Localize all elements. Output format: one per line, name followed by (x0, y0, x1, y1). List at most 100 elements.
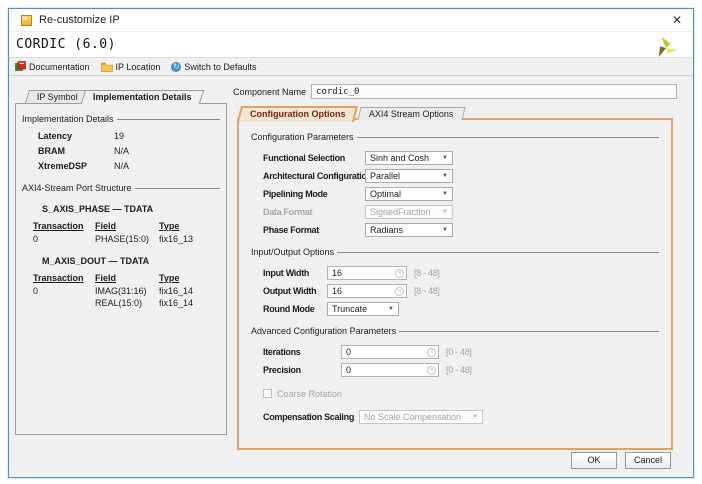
round-mode-dropdown[interactable]: Truncate (327, 302, 399, 316)
io-row-round-mode: Round Mode Truncate (263, 300, 659, 318)
switch-to-defaults-button[interactable]: Switch to Defaults (171, 62, 256, 72)
port-table-m-axis-dout: Transaction Field Type 0 IMAG(31:16) fix… (30, 272, 208, 309)
col-type: Type (156, 272, 208, 285)
adv-row-precision: Precision [0 - 48] (263, 361, 659, 379)
switch-to-defaults-label: Switch to Defaults (184, 62, 256, 72)
col-type: Type (156, 220, 208, 233)
tab-axi4-stream-options[interactable]: AXI4 Stream Options (358, 107, 466, 120)
component-name-input[interactable] (311, 84, 677, 99)
component-name-row: Component Name (233, 84, 677, 99)
param-row-architectural-configuration: Architectural Configuration Parallel (263, 167, 659, 185)
comp-scaling-row: Compensation Scaling No Scale Compensati… (263, 408, 659, 426)
iterations-field[interactable] (341, 345, 439, 359)
clear-icon (395, 269, 404, 278)
recustomize-ip-dialog: Re-customize IP ✕ CORDIC (6.0) Documenta… (8, 8, 694, 478)
table-row: 0 PHASE(15:0) fix16_13 (30, 233, 208, 245)
compensation-scaling-dropdown: No Scale Compensation (359, 410, 483, 424)
port-group-title-m-axis-dout: M_AXIS_DOUT — TDATA (42, 256, 220, 266)
col-transaction: Transaction (30, 272, 92, 285)
section-title: AXI4-Stream Port Structure (22, 183, 132, 193)
detail-row-xtremedsp: XtremeDSP N/A (38, 161, 220, 171)
pipelining-mode-dropdown[interactable]: Optimal (365, 187, 453, 201)
tab-implementation-details[interactable]: Implementation Details (81, 90, 204, 104)
ok-button[interactable]: OK (571, 452, 617, 469)
chevron-down-icon (442, 173, 448, 179)
section-title: Advanced Configuration Parameters (251, 326, 396, 336)
detail-row-bram: BRAM N/A (38, 146, 220, 156)
implementation-details-pane: Implementation Details Latency 19 BRAM N… (15, 103, 227, 435)
product-title: CORDIC (6.0) (16, 37, 116, 52)
functional-selection-dropdown[interactable]: Sinh and Cosh (365, 151, 453, 165)
chevron-down-icon (388, 306, 394, 312)
port-table-s-axis-phase: Transaction Field Type 0 PHASE(15:0) fix… (30, 220, 208, 245)
chevron-down-icon (442, 227, 448, 233)
param-row-functional-selection: Functional Selection Sinh and Cosh (263, 149, 659, 167)
refresh-icon (171, 62, 181, 72)
section-title: Configuration Parameters (251, 132, 354, 142)
xilinx-logo-icon (653, 35, 679, 61)
chevron-down-icon (442, 155, 448, 161)
ip-location-label: IP Location (116, 62, 161, 72)
precision-range: [0 - 48] (446, 365, 472, 375)
coarse-rotation-label: Coarse Rotation (277, 389, 342, 399)
section-configuration-parameters: Configuration Parameters (251, 132, 659, 142)
io-row-input-width: Input Width [8 - 48] (263, 264, 659, 282)
component-name-label: Component Name (233, 87, 306, 97)
chevron-down-icon (442, 209, 448, 215)
section-implementation-details: Implementation Details (22, 114, 220, 124)
port-group-title-s-axis-phase: S_AXIS_PHASE — TDATA (42, 204, 220, 214)
close-icon[interactable]: ✕ (667, 11, 687, 29)
window-icon (21, 15, 32, 26)
param-row-phase-format: Phase Format Radians (263, 221, 659, 239)
footer-bar: OK Cancel (9, 447, 693, 477)
clear-icon (427, 366, 436, 375)
io-row-output-width: Output Width [8 - 48] (263, 282, 659, 300)
tab-configuration-options[interactable]: Configuration Options (237, 106, 358, 122)
folder-icon (101, 62, 113, 72)
section-rule (135, 188, 220, 189)
section-rule (337, 252, 659, 253)
section-advanced-parameters: Advanced Configuration Parameters (251, 326, 659, 336)
section-title: Implementation Details (22, 114, 114, 124)
tab-ip-symbol[interactable]: IP Symbol (25, 90, 90, 103)
precision-field[interactable] (341, 363, 439, 377)
left-panel: IP Symbol Implementation Details Impleme… (15, 86, 227, 435)
output-width-range: [8 - 48] (414, 286, 440, 296)
phase-format-dropdown[interactable]: Radians (365, 223, 453, 237)
clear-icon (427, 348, 436, 357)
col-field: Field (92, 220, 156, 233)
coarse-rotation-row: Coarse Rotation (263, 385, 659, 402)
iterations-range: [0 - 48] (446, 347, 472, 357)
toolbar: Documentation IP Location Switch to Defa… (9, 57, 693, 76)
table-row: REAL(15:0) fix16_14 (30, 297, 208, 309)
window-title: Re-customize IP (39, 14, 667, 26)
data-format-dropdown: SignedFraction (365, 205, 453, 219)
section-title: Input/Output Options (251, 247, 334, 257)
section-io-options: Input/Output Options (251, 247, 659, 257)
clear-icon (395, 287, 404, 296)
configuration-options-pane: Configuration Parameters Functional Sele… (237, 118, 673, 450)
param-row-data-format: Data Format SignedFraction (263, 203, 659, 221)
documentation-button[interactable]: Documentation (15, 61, 90, 72)
chevron-down-icon (472, 414, 478, 420)
section-rule (399, 331, 659, 332)
col-field: Field (92, 272, 156, 285)
adv-row-iterations: Iterations [0 - 48] (263, 343, 659, 361)
section-rule (117, 119, 220, 120)
title-bar: Re-customize IP ✕ (9, 9, 693, 31)
detail-row-latency: Latency 19 (38, 131, 220, 141)
input-width-range: [8 - 48] (414, 268, 440, 278)
section-axi4-port-structure: AXI4-Stream Port Structure (22, 183, 220, 193)
content-area: IP Symbol Implementation Details Impleme… (9, 76, 693, 454)
coarse-rotation-checkbox (263, 389, 272, 398)
documentation-label: Documentation (29, 62, 90, 72)
col-transaction: Transaction (30, 220, 92, 233)
section-rule (357, 137, 659, 138)
cancel-button[interactable]: Cancel (625, 452, 671, 469)
documentation-icon (15, 61, 26, 72)
param-row-pipelining-mode: Pipelining Mode Optimal (263, 185, 659, 203)
left-tab-bar: IP Symbol Implementation Details (15, 86, 227, 103)
main-tab-bar: Configuration Options AXI4 Stream Option… (239, 103, 467, 120)
ip-location-button[interactable]: IP Location (101, 62, 161, 72)
architectural-configuration-dropdown[interactable]: Parallel (365, 169, 453, 183)
